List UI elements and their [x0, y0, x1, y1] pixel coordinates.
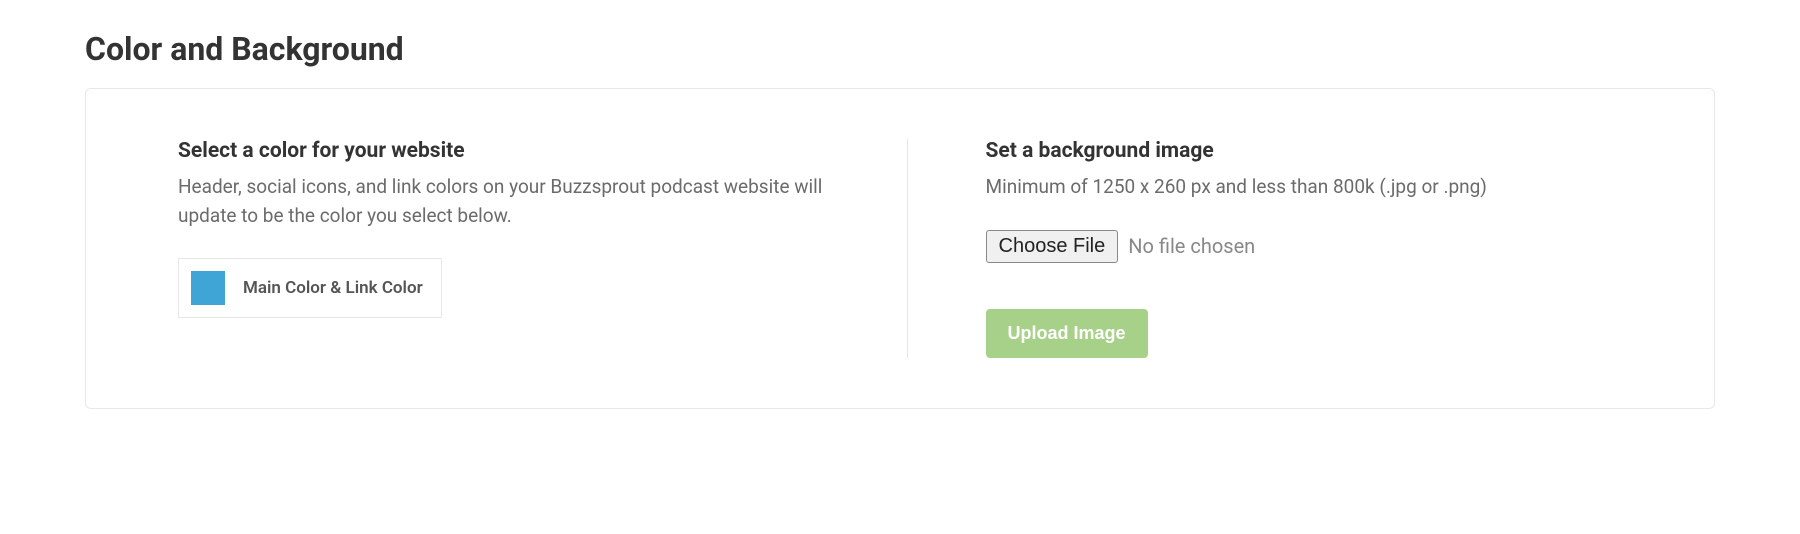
- color-section-heading: Select a color for your website: [178, 139, 847, 163]
- file-input-row: Choose File No file chosen: [986, 230, 1655, 263]
- settings-panel: Select a color for your website Header, …: [85, 88, 1715, 409]
- color-picker[interactable]: Main Color & Link Color: [178, 258, 442, 318]
- page-title: Color and Background: [85, 30, 1715, 68]
- file-status-text: No file chosen: [1128, 234, 1255, 258]
- background-section-description: Minimum of 1250 x 260 px and less than 8…: [986, 173, 1655, 202]
- background-section-heading: Set a background image: [986, 139, 1655, 163]
- background-column: Set a background image Minimum of 1250 x…: [908, 139, 1655, 358]
- upload-image-button[interactable]: Upload Image: [986, 309, 1148, 358]
- choose-file-button[interactable]: Choose File: [986, 230, 1119, 263]
- color-column: Select a color for your website Header, …: [178, 139, 907, 358]
- color-swatch-icon: [191, 271, 225, 305]
- color-picker-label: Main Color & Link Color: [243, 278, 423, 298]
- color-section-description: Header, social icons, and link colors on…: [178, 173, 847, 230]
